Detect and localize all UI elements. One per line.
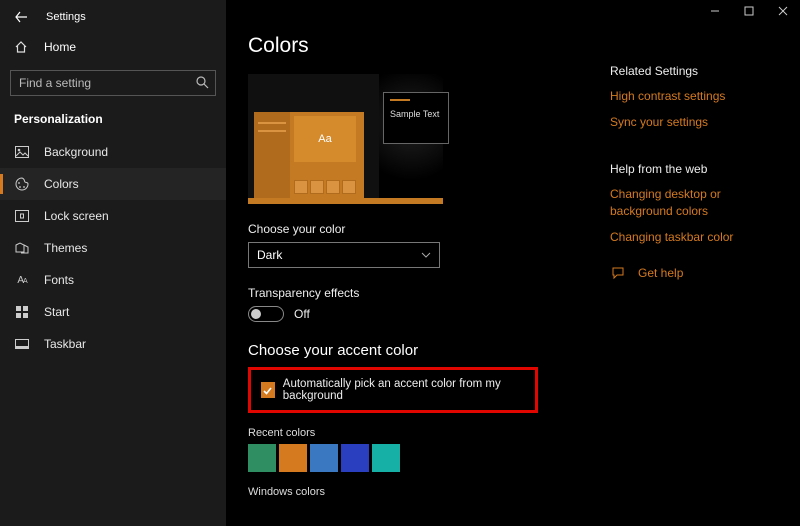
preview-taskbar xyxy=(248,198,443,204)
right-column: Related Settings High contrast settings … xyxy=(588,0,798,526)
sidebar-item-label: Background xyxy=(44,145,108,159)
window-title: Settings xyxy=(46,11,86,23)
preview-start-menu: Aa xyxy=(254,112,364,198)
accent-heading: Choose your accent color xyxy=(248,342,588,359)
color-preview: Aa Sample Text xyxy=(248,74,443,204)
sidebar-item-label: Start xyxy=(44,305,69,319)
window-controls xyxy=(698,0,800,22)
transparency-toggle[interactable] xyxy=(248,306,284,322)
search-icon xyxy=(195,75,209,89)
home-icon xyxy=(14,40,30,54)
link-high-contrast[interactable]: High contrast settings xyxy=(610,88,778,104)
start-grid-icon xyxy=(14,306,30,318)
sidebar-item-label: Taskbar xyxy=(44,337,86,351)
sidebar-category: Personalization xyxy=(0,106,226,136)
get-help-link[interactable]: Get help xyxy=(610,265,778,281)
sidebar-item-label: Themes xyxy=(44,241,87,255)
sidebar-item-label: Fonts xyxy=(44,273,74,287)
sidebar-item-label: Colors xyxy=(44,177,79,191)
color-swatch[interactable] xyxy=(341,444,369,472)
minimize-button[interactable] xyxy=(698,0,732,22)
preview-window: Sample Text xyxy=(383,92,449,144)
taskbar-icon xyxy=(14,339,30,349)
transparency-state: Off xyxy=(294,307,310,321)
windows-colors-label: Windows colors xyxy=(248,486,588,498)
main-area: Colors Aa Sample Text Choose your color … xyxy=(226,0,800,526)
chevron-down-icon xyxy=(421,252,431,258)
sidebar-item-background[interactable]: Background xyxy=(0,136,226,168)
sidebar-header: Settings xyxy=(0,0,226,30)
lock-frame-icon xyxy=(14,210,30,222)
sidebar-item-fonts[interactable]: AA Fonts xyxy=(0,264,226,296)
content-column: Colors Aa Sample Text Choose your color … xyxy=(226,0,588,526)
color-swatch[interactable] xyxy=(248,444,276,472)
sidebar: Settings Home Personalization Background… xyxy=(0,0,226,526)
link-sync-settings[interactable]: Sync your settings xyxy=(610,114,778,130)
picture-icon xyxy=(14,146,30,158)
link-changing-taskbar-color[interactable]: Changing taskbar color xyxy=(610,229,778,245)
choose-color-label: Choose your color xyxy=(248,222,588,236)
color-swatch[interactable] xyxy=(279,444,307,472)
related-settings-heading: Related Settings xyxy=(610,64,778,78)
auto-accent-checkbox[interactable] xyxy=(261,382,275,398)
choose-color-value: Dark xyxy=(257,248,282,262)
home-label: Home xyxy=(44,40,76,54)
fonts-icon: AA xyxy=(14,275,30,286)
sidebar-item-start[interactable]: Start xyxy=(0,296,226,328)
sidebar-item-themes[interactable]: Themes xyxy=(0,232,226,264)
recent-colors-label: Recent colors xyxy=(248,427,588,439)
link-changing-bg-colors[interactable]: Changing desktop or background colors xyxy=(610,186,778,218)
choose-color-select[interactable]: Dark xyxy=(248,242,440,268)
chat-icon xyxy=(610,265,626,281)
palette-icon xyxy=(14,177,30,191)
search-box[interactable] xyxy=(10,70,216,96)
close-button[interactable] xyxy=(766,0,800,22)
transparency-label: Transparency effects xyxy=(248,286,588,300)
sidebar-home[interactable]: Home xyxy=(0,30,226,64)
sidebar-item-colors[interactable]: Colors xyxy=(0,168,226,200)
maximize-button[interactable] xyxy=(732,0,766,22)
color-swatch[interactable] xyxy=(372,444,400,472)
color-swatch[interactable] xyxy=(310,444,338,472)
recent-colors-row xyxy=(248,444,588,472)
auto-accent-highlight: Automatically pick an accent color from … xyxy=(248,367,538,413)
preview-sample-text: Sample Text xyxy=(390,109,439,119)
get-help-label: Get help xyxy=(638,266,683,280)
check-icon xyxy=(262,385,273,396)
themes-icon xyxy=(14,242,30,254)
auto-accent-label: Automatically pick an accent color from … xyxy=(283,378,525,402)
back-icon[interactable] xyxy=(14,10,28,24)
sidebar-item-lockscreen[interactable]: Lock screen xyxy=(0,200,226,232)
sidebar-item-taskbar[interactable]: Taskbar xyxy=(0,328,226,360)
help-web-heading: Help from the web xyxy=(610,162,778,176)
page-title: Colors xyxy=(248,34,588,58)
search-input[interactable] xyxy=(10,70,216,96)
sidebar-item-label: Lock screen xyxy=(44,209,109,223)
